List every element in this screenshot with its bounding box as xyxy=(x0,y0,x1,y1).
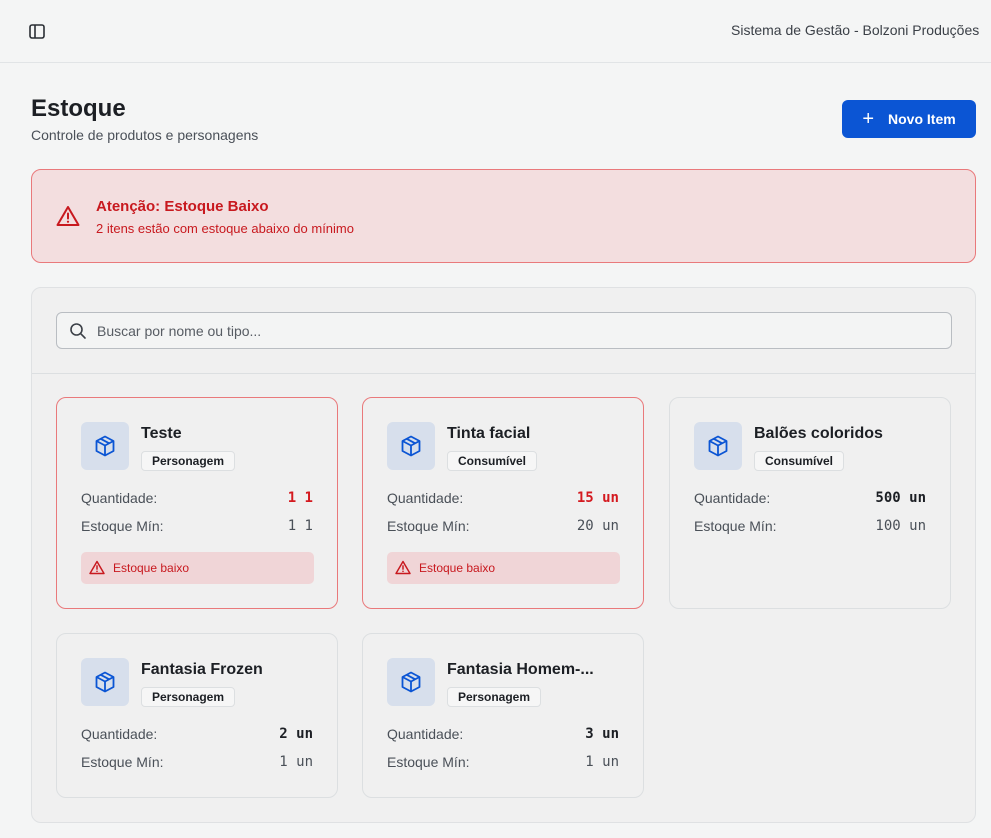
min-stock-value: 1 un xyxy=(585,754,619,770)
min-stock-value: 1 un xyxy=(279,754,313,770)
inventory-panel: Teste Personagem Quantidade: 1 1 Estoque… xyxy=(31,287,976,823)
warning-icon xyxy=(395,560,411,575)
plus-icon: + xyxy=(862,108,874,130)
quantity-label: Quantidade: xyxy=(81,490,158,506)
item-name: Fantasia Homem-... xyxy=(447,661,594,678)
quantity-value: 1 1 xyxy=(287,490,313,506)
app-title: Sistema de Gestão - Bolzoni Produções xyxy=(731,22,980,38)
item-card[interactable]: Balões coloridos Consumível Quantidade: … xyxy=(669,397,951,609)
min-stock-value: 1 1 xyxy=(287,518,313,534)
search-input[interactable] xyxy=(97,313,937,348)
item-name: Fantasia Frozen xyxy=(141,661,263,678)
low-stock-badge: Estoque baixo xyxy=(81,552,314,584)
quantity-label: Quantidade: xyxy=(81,726,158,742)
item-type-badge: Personagem xyxy=(447,687,542,707)
item-name: Teste xyxy=(141,425,182,442)
item-type-badge: Personagem xyxy=(141,687,236,707)
quantity-label: Quantidade: xyxy=(387,726,464,742)
package-icon xyxy=(81,658,129,706)
package-icon xyxy=(694,422,742,470)
item-type-badge: Consumível xyxy=(447,451,538,471)
new-item-button-label: Novo Item xyxy=(888,111,956,127)
item-card[interactable]: Tinta facial Consumível Quantidade: 15 u… xyxy=(362,397,644,609)
alert-text: 2 itens estão com estoque abaixo do míni… xyxy=(96,221,354,236)
page-title: Estoque xyxy=(31,95,126,122)
item-name: Tinta facial xyxy=(447,425,531,442)
search-area xyxy=(32,288,975,374)
quantity-label: Quantidade: xyxy=(694,490,771,506)
sidebar-toggle-icon[interactable] xyxy=(26,21,48,41)
quantity-value: 2 un xyxy=(279,726,313,742)
min-stock-label: Estoque Mín: xyxy=(387,518,470,534)
top-bar: Sistema de Gestão - Bolzoni Produções xyxy=(0,0,991,63)
package-icon xyxy=(387,658,435,706)
search-icon xyxy=(70,323,86,339)
item-type-badge: Consumível xyxy=(754,451,845,471)
min-stock-label: Estoque Mín: xyxy=(694,518,777,534)
alert-title: Atenção: Estoque Baixo xyxy=(96,198,269,215)
min-stock-label: Estoque Mín: xyxy=(387,754,470,770)
min-stock-label: Estoque Mín: xyxy=(81,754,164,770)
low-stock-text: Estoque baixo xyxy=(419,561,496,575)
low-stock-text: Estoque baixo xyxy=(113,561,190,575)
search-box[interactable] xyxy=(56,312,952,349)
warning-icon xyxy=(56,206,80,226)
min-stock-value: 100 un xyxy=(875,518,926,534)
page-subtitle: Controle de produtos e personagens xyxy=(31,127,259,143)
item-card[interactable]: Fantasia Homem-... Personagem Quantidade… xyxy=(362,633,644,798)
low-stock-alert: Atenção: Estoque Baixo 2 itens estão com… xyxy=(31,169,976,263)
item-type-badge: Personagem xyxy=(141,451,236,471)
min-stock-label: Estoque Mín: xyxy=(81,518,164,534)
min-stock-value: 20 un xyxy=(576,518,619,534)
quantity-value: 15 un xyxy=(576,490,619,506)
package-icon xyxy=(81,422,129,470)
item-card[interactable]: Teste Personagem Quantidade: 1 1 Estoque… xyxy=(56,397,338,609)
quantity-value: 500 un xyxy=(875,490,926,506)
new-item-button[interactable]: + Novo Item xyxy=(842,100,976,138)
low-stock-badge: Estoque baixo xyxy=(387,552,620,584)
package-icon xyxy=(387,422,435,470)
quantity-label: Quantidade: xyxy=(387,490,464,506)
item-card[interactable]: Fantasia Frozen Personagem Quantidade: 2… xyxy=(56,633,338,798)
quantity-value: 3 un xyxy=(585,726,619,742)
item-name: Balões coloridos xyxy=(754,425,883,442)
warning-icon xyxy=(89,560,105,575)
